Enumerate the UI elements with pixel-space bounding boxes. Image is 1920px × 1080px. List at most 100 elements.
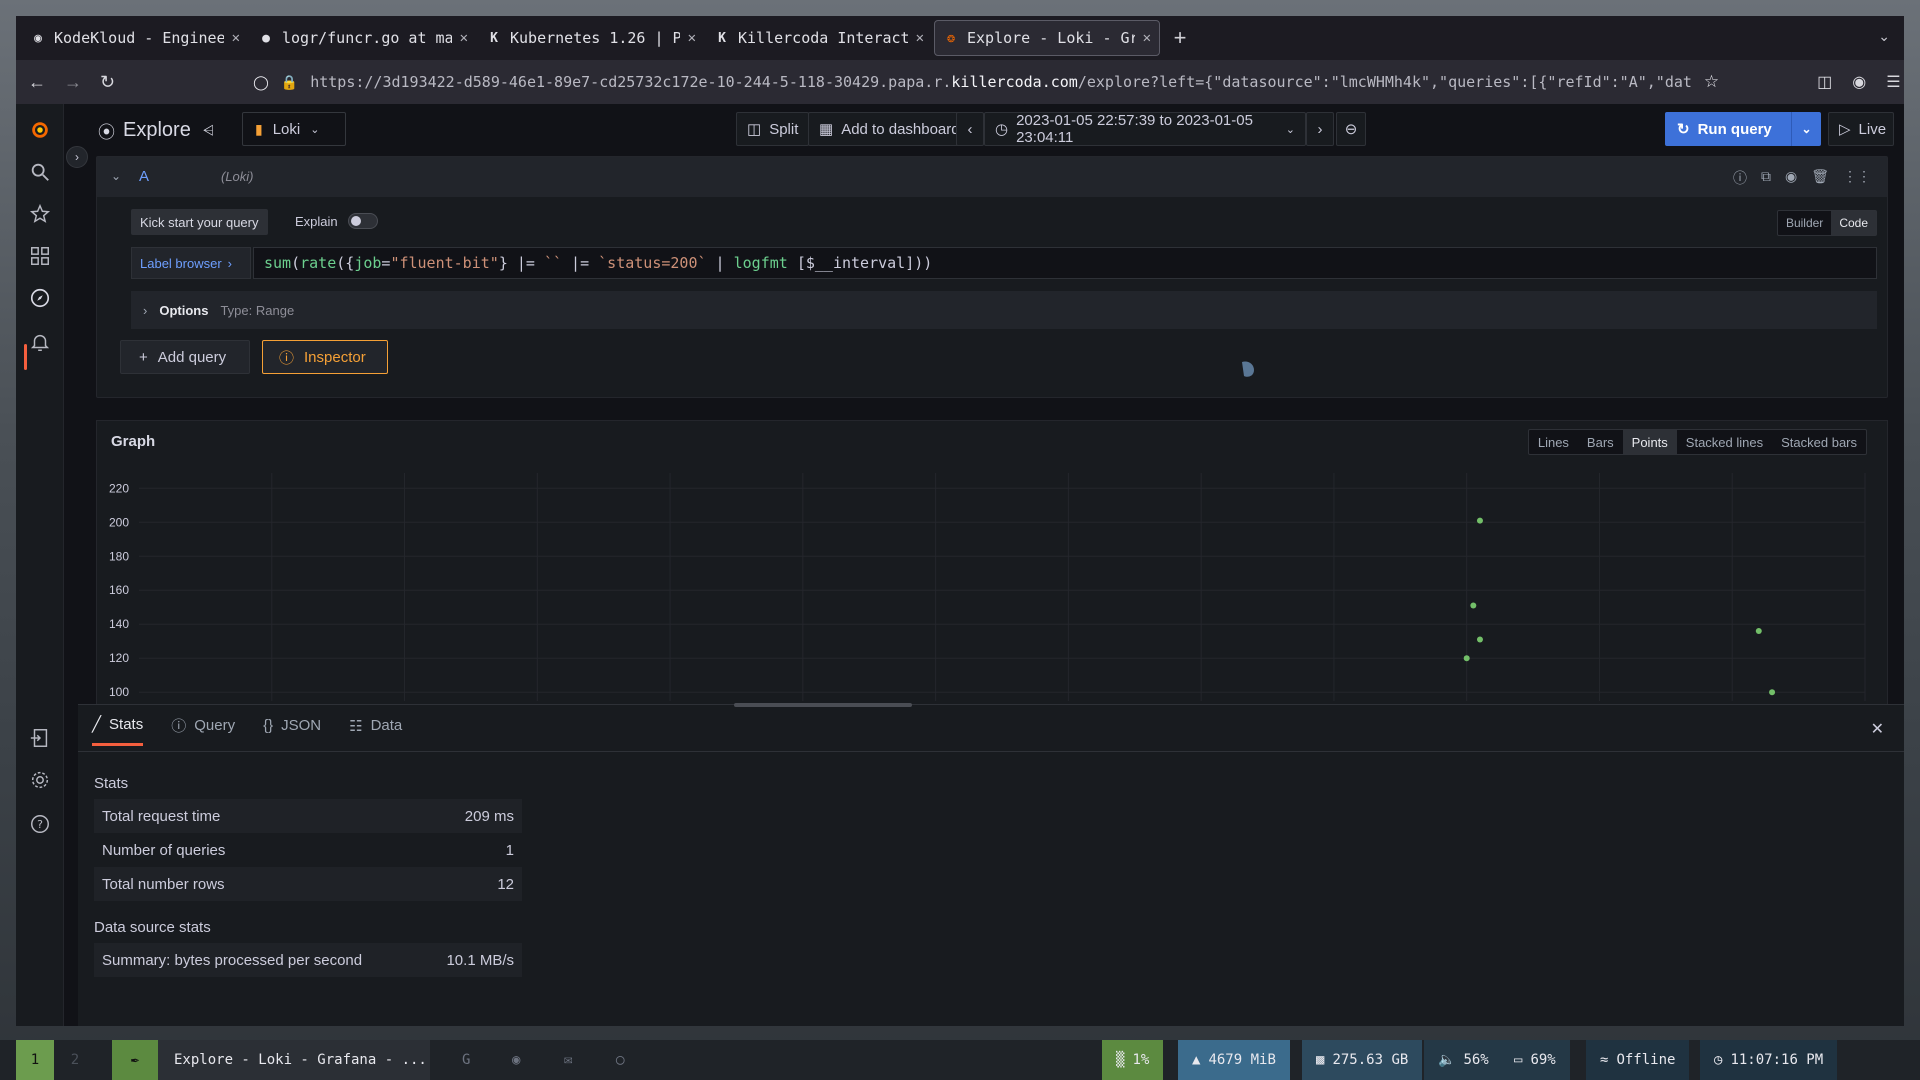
eye-icon[interactable]: ◉	[1785, 168, 1797, 188]
dashboards-grid-icon[interactable]	[28, 244, 52, 268]
browser-tab[interactable]: K Kubernetes 1.26 | Pl ✕	[478, 20, 704, 56]
graph-chart[interactable]: 220 200 180 160 140 120 100	[97, 461, 1887, 701]
taskbar-active-window[interactable]: ✒ Explore - Loki - Grafana - ...	[112, 1040, 430, 1080]
code-token: rate	[300, 254, 337, 272]
chevron-down-icon: ⌄	[310, 123, 320, 136]
stats-value: 209 ms	[464, 807, 514, 825]
mail-tray-icon[interactable]: ✉	[564, 1052, 572, 1068]
reload-icon[interactable]: ↻	[100, 72, 115, 93]
bookmark-star-icon[interactable]: ☆	[1704, 72, 1719, 92]
time-forward-button[interactable]: ›	[1306, 112, 1334, 146]
label-browser-button[interactable]: Label browser ›	[131, 247, 251, 279]
help-circle-icon[interactable]: ⓘ	[1733, 168, 1747, 188]
inspector-tab-json[interactable]: {} JSON	[263, 715, 321, 746]
url-text[interactable]: https://3d193422-d589-46e1-89e7-cd25732c…	[310, 73, 1692, 91]
browser-tab[interactable]: ● logr/funcr.go at mas ✕	[250, 20, 476, 56]
data-point[interactable]	[1769, 689, 1776, 696]
help-question-icon[interactable]: ?	[28, 812, 52, 836]
add-query-button[interactable]: + Add query	[120, 340, 250, 374]
trash-icon[interactable]: 🗑	[1811, 168, 1829, 188]
drawer-resize-handle[interactable]	[734, 703, 912, 707]
volume-status[interactable]: 🔈 56%	[1424, 1040, 1503, 1080]
run-query-dropdown-icon[interactable]: ⌄	[1791, 112, 1821, 146]
extension-icon[interactable]: ◉	[1852, 72, 1866, 92]
drag-handle-icon[interactable]: ⋮⋮	[1843, 168, 1871, 188]
time-back-button[interactable]: ‹	[956, 112, 984, 146]
settings-gear-icon[interactable]	[28, 768, 52, 792]
close-icon[interactable]: ✕	[688, 30, 696, 46]
explain-toggle[interactable]	[347, 213, 378, 229]
network-value: Offline	[1616, 1052, 1676, 1068]
viz-option-points[interactable]: Points	[1622, 430, 1677, 454]
close-icon[interactable]: ✕	[1143, 30, 1151, 46]
data-point[interactable]	[1755, 628, 1762, 635]
network-status[interactable]: ≈ Offline	[1586, 1040, 1690, 1080]
add-to-dashboard-button[interactable]: ▦ Add to dashboard	[808, 112, 971, 146]
inspector-tab-data[interactable]: ☷ Data	[349, 715, 402, 746]
google-tray-icon[interactable]: G	[462, 1052, 470, 1068]
query-code-editor[interactable]: sum(rate({job = "fluent-bit"} |= `` |= `st…	[253, 247, 1877, 279]
explore-compass-icon[interactable]	[28, 286, 52, 310]
sign-in-icon[interactable]	[28, 726, 52, 750]
run-query-button[interactable]: ↻ Run query ⌄	[1665, 112, 1821, 146]
search-icon[interactable]	[28, 160, 52, 184]
datasource-picker[interactable]: ▮ Loki ⌄	[242, 112, 346, 146]
data-point[interactable]	[1476, 517, 1483, 524]
github-tray-icon[interactable]: ◉	[512, 1052, 520, 1068]
navigation-bar: ← → ↻ ◯ 🔒 https://3d193422-d589-46e1-89e…	[16, 60, 1904, 104]
inspector-tab-query[interactable]: ⓘ Query	[171, 715, 235, 746]
grafana-logo-icon[interactable]	[28, 118, 52, 142]
browser-tab[interactable]: ❂ Explore - Loki - Gra ✕	[934, 20, 1160, 56]
workspace-1[interactable]: 1	[16, 1040, 54, 1080]
alerting-bell-icon[interactable]	[28, 330, 52, 354]
y-tick-label: 160	[109, 583, 129, 597]
code-mode-tab[interactable]: Code	[1831, 211, 1876, 235]
viz-option-lines[interactable]: Lines	[1529, 430, 1578, 454]
data-point[interactable]	[1470, 602, 1477, 609]
close-icon[interactable]: ✕	[916, 30, 924, 46]
back-arrow-icon[interactable]: ←	[28, 72, 46, 93]
query-ref-letter[interactable]: A	[139, 168, 149, 185]
tab-list-chevron-icon[interactable]: ⌄	[1878, 28, 1890, 45]
live-button[interactable]: ▷ Live	[1828, 112, 1894, 146]
data-point[interactable]	[1476, 636, 1483, 643]
share-icon[interactable]: ⩤	[203, 122, 214, 139]
disk-icon: ▩	[1316, 1052, 1325, 1068]
builder-mode-tab[interactable]: Builder	[1778, 211, 1831, 235]
shield-icon[interactable]: ◯	[253, 74, 269, 91]
split-button[interactable]: ◫ Split	[736, 112, 810, 146]
query-row-header: ⌄ A (Loki) ⓘ ⧉ ◉ 🗑 ⋮⋮	[97, 157, 1887, 197]
starred-icon[interactable]	[28, 202, 52, 226]
forward-arrow-icon[interactable]: →	[64, 72, 82, 93]
workspace-2[interactable]: 2	[56, 1040, 94, 1080]
browser-tab[interactable]: ◉ KodeKloud - Engineer ✕	[22, 20, 248, 56]
collapse-chevron-icon[interactable]: ⌄	[111, 169, 121, 183]
plus-icon: +	[139, 348, 148, 366]
stats-row: Total number rows 12	[94, 867, 522, 901]
viz-option-stacked-lines[interactable]: Stacked lines	[1677, 430, 1772, 454]
stats-label: Total number rows	[102, 875, 225, 893]
globe-tray-icon[interactable]: ◯	[616, 1052, 624, 1068]
inspector-tab-stats[interactable]: ╱ Stats	[92, 715, 144, 746]
viz-option-bars[interactable]: Bars	[1578, 430, 1623, 454]
close-icon[interactable]: ✕	[460, 30, 468, 46]
time-range-picker[interactable]: ◷ 2023-01-05 22:57:39 to 2023-01-05 23:0…	[984, 112, 1306, 146]
chart-line-icon: ╱	[92, 716, 102, 733]
inspector-button[interactable]: ⓘ Inspector	[262, 340, 388, 374]
new-tab-plus-icon[interactable]: +	[1162, 25, 1198, 51]
query-options-row[interactable]: › Options Type: Range	[131, 291, 1877, 329]
code-token: } |=	[498, 254, 544, 272]
copy-icon[interactable]: ⧉	[1761, 168, 1771, 188]
battery-status: ▭ 69%	[1500, 1040, 1570, 1080]
data-point[interactable]	[1463, 655, 1470, 662]
kick-start-button[interactable]: Kick start your query	[131, 209, 268, 235]
pocket-icon[interactable]: ◫	[1817, 72, 1832, 92]
close-icon[interactable]: ✕	[1871, 719, 1884, 739]
browser-tab[interactable]: K Killercoda Interacti ✕	[706, 20, 932, 56]
close-icon[interactable]: ✕	[232, 30, 240, 46]
menu-hamburger-icon[interactable]: ☰	[1886, 72, 1900, 92]
viz-option-stacked-bars[interactable]: Stacked bars	[1772, 430, 1866, 454]
memory-value: 4679 MiB	[1208, 1052, 1276, 1068]
zoom-out-button[interactable]: ⊖	[1336, 112, 1366, 146]
url-bar[interactable]: ◯ 🔒 https://3d193422-d589-46e1-89e7-cd25…	[253, 66, 1719, 98]
